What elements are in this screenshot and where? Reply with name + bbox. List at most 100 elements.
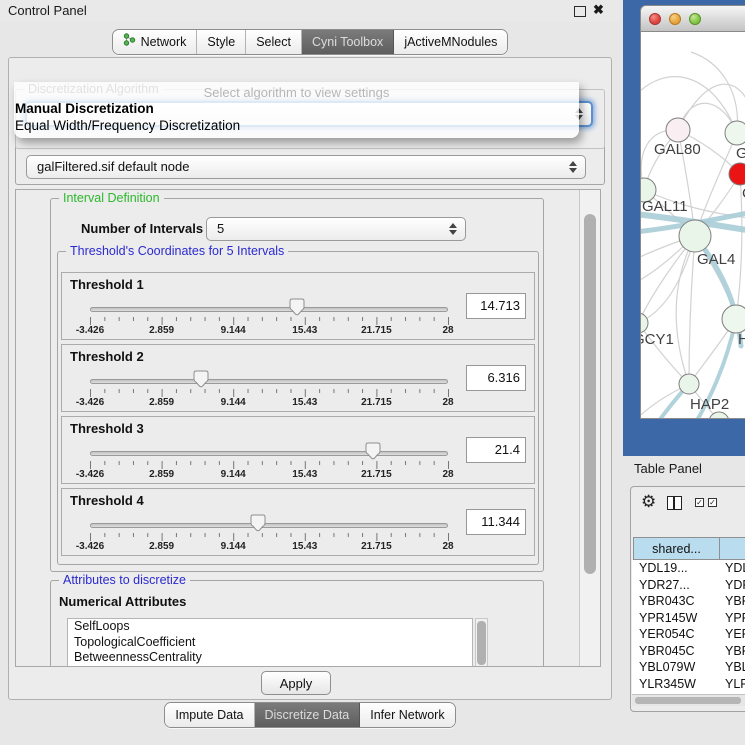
threshold-value-field[interactable]: 6.316 [466,365,526,391]
network-node-ga[interactable] [725,121,745,145]
network-node-gal4[interactable] [679,220,711,252]
bottom-tab-infer-network[interactable]: Infer Network [360,703,454,727]
threshold-label: Threshold 1 [70,277,144,292]
network-window-titlebar[interactable] [641,6,745,32]
network-icon [123,30,136,54]
scrollbar-thumb[interactable] [584,214,596,574]
checkbox-icon[interactable]: ✓ [708,498,717,507]
slider-handle[interactable] [193,370,209,388]
table-row[interactable]: YBR045CYBR0 [632,643,745,660]
tab-select[interactable]: Select [246,30,302,54]
slider-handle[interactable] [365,442,381,460]
table-row[interactable]: YER054CYER0 [632,626,745,643]
list-item[interactable]: TopologicalCoefficient [68,635,472,651]
network-canvas[interactable]: GAL80GACGAL11GAL4GCY1HHAP2 [641,32,745,419]
close-traffic-light-icon[interactable] [649,13,661,25]
scrollbar-thumb[interactable] [635,697,741,704]
settings-scrollpane: Interval Definition Number of Intervals … [15,189,601,667]
slider-track[interactable] [90,523,448,528]
table-row[interactable]: YPR145WYPR1 [632,610,745,627]
tab-jactivemnodules[interactable]: jActiveMNodules [394,30,507,54]
number-of-intervals-combobox[interactable]: 5 [206,217,466,241]
bottom-tab-label: Discretize Data [265,703,350,727]
network-edge[interactable] [676,236,695,384]
table-row[interactable]: YDL19...YDL1 [632,560,745,577]
cell-shared-name: YPR145W [639,610,697,627]
tick-label: 9.144 [221,469,246,480]
cyni-toolbox-panel: Discretization Algorithm Select algorith… [8,57,612,700]
tab-label: Network [141,30,187,54]
close-icon[interactable]: ✖ [593,2,604,18]
node-label: GAL4 [697,251,735,268]
slider-track[interactable] [90,307,448,312]
scrollbar-thumb[interactable] [477,621,486,665]
thresholds-group-label: Threshold's Coordinates for 5 Intervals [66,244,288,258]
attributes-list-scrollbar[interactable] [475,618,488,667]
network-svg: GAL80GACGAL11GAL4GCY1HHAP2 [641,32,745,419]
tick-label: 28 [442,469,453,480]
slider-handle[interactable] [289,298,305,316]
table-row[interactable]: YBL079WYBL0 [632,659,745,676]
table-data-value: galFiltered.sif default node [37,156,189,178]
numerical-attributes-label: Numerical Attributes [59,594,186,609]
zoom-traffic-light-icon[interactable] [689,13,701,25]
network-edge[interactable] [689,236,695,384]
bottom-tab-impute-data[interactable]: Impute Data [165,703,254,727]
network-node-hap2[interactable] [679,374,699,394]
list-item[interactable]: SelfLoops [68,619,472,635]
node-label: GCY1 [641,331,674,348]
node-label: HAP2 [690,396,729,413]
network-node-h[interactable] [722,305,745,333]
numerical-attributes-list: SelfLoopsTopologicalCoefficientBetweenne… [67,618,473,667]
apply-button[interactable]: Apply [261,671,331,695]
tick-label: 2.859 [149,541,174,552]
tick-label: 15.43 [292,469,317,480]
popup-option-manual-discretization[interactable]: Manual Discretization [15,101,154,116]
threshold-value-field[interactable]: 11.344 [466,509,526,535]
column-header-shared-name[interactable]: shared... [633,537,720,560]
table-row[interactable]: YLR345WYLR3 [632,676,745,693]
tick-label: 28 [442,325,453,336]
tick-label: 9.144 [221,325,246,336]
minimize-traffic-light-icon[interactable] [669,13,681,25]
tab-style[interactable]: Style [197,30,246,54]
table-horizontal-scrollbar[interactable] [632,694,745,706]
tab-cyni-toolbox[interactable]: Cyni Toolbox [302,30,394,54]
panel-title: Control Panel [8,3,87,18]
attributes-group-label: Attributes to discretize [59,573,190,587]
cell-name: YDR2 [725,577,745,594]
table-row[interactable]: YDR27...YDR2 [632,577,745,594]
float-window-icon[interactable] [574,6,586,17]
tick-label: 21.715 [361,325,392,336]
checkbox-icon[interactable]: ✓ [695,498,704,507]
threshold-panel: Threshold 4-3.4262.8599.14415.4321.71528… [61,488,535,556]
cell-name: YBL0 [725,659,745,676]
tab-label: Cyni Toolbox [312,30,383,54]
split-columns-icon[interactable] [667,496,682,510]
slider-handle[interactable] [250,514,266,532]
gear-icon[interactable]: ⚙ [641,492,656,512]
table-data-combobox[interactable]: galFiltered.sif default node [26,155,586,179]
attributes-group: Attributes to discretize Numerical Attri… [50,580,544,667]
slider-track[interactable] [90,379,448,384]
column-header-name[interactable]: na [719,537,745,560]
interval-definition-label: Interval Definition [59,191,164,205]
network-node-gcy1[interactable] [641,313,648,333]
cell-shared-name: YLR345W [639,676,696,693]
network-node-gal80[interactable] [666,118,690,142]
thresholds-group: Threshold's Coordinates for 5 Intervals … [57,251,539,565]
settings-vertical-scrollbar[interactable] [579,190,601,666]
popup-option-equal-width-frequency[interactable]: Equal Width/Frequency Discretization [15,118,240,133]
threshold-panel: Threshold 3-3.4262.8599.14415.4321.71528… [61,416,535,484]
threshold-value-field[interactable]: 14.713 [466,293,526,319]
table-row[interactable]: YBR043CYBR0 [632,593,745,610]
tab-network[interactable]: Network [113,30,198,54]
tick-label: 28 [442,541,453,552]
bottom-tab-discretize-data[interactable]: Discretize Data [255,703,361,727]
threshold-list: Threshold 1 -3.426 2.859 9.144 15.43 21.715 28… [61,272,535,560]
cell-name: YBR0 [725,593,745,610]
list-item[interactable]: BetweennessCentrality [68,650,472,666]
threshold-value-field[interactable]: 21.4 [466,437,526,463]
slider-track[interactable] [90,451,448,456]
tick-label: -3.426 [76,325,104,336]
